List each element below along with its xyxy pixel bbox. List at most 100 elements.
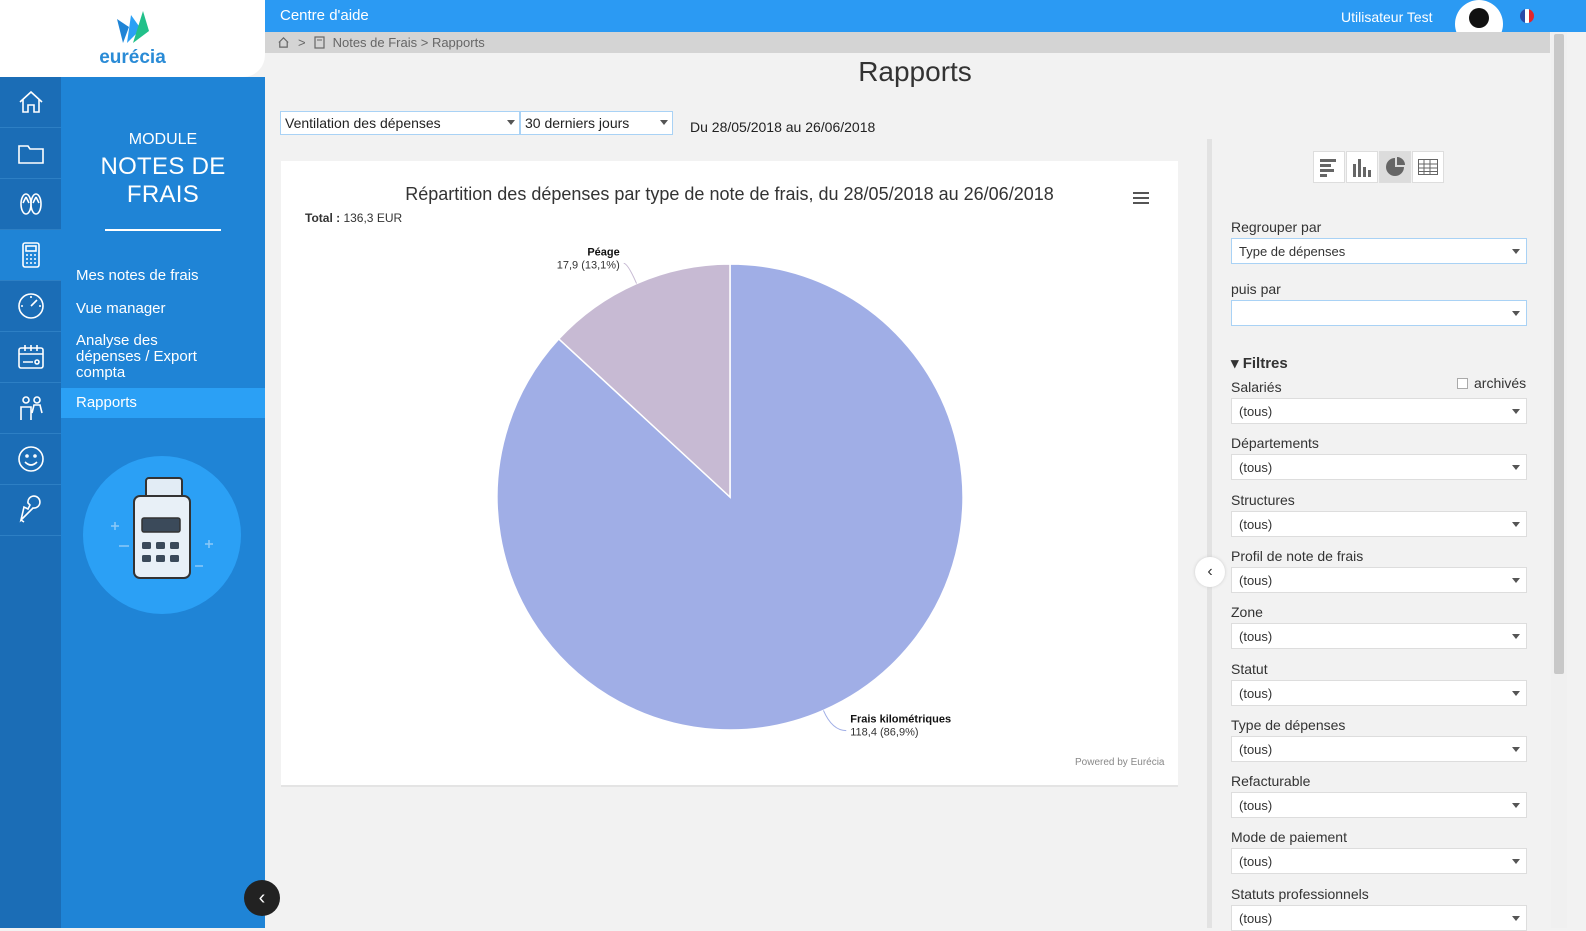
filter-select[interactable]: (tous) <box>1231 848 1527 875</box>
calculator-icon <box>313 36 325 49</box>
french-flag-icon[interactable] <box>1520 9 1534 23</box>
sidebar-item-rapports[interactable]: Rapports <box>61 388 265 418</box>
chart-credit: Powered by Eurécia <box>1075 757 1165 768</box>
module-label: MODULE <box>128 131 198 148</box>
data-label-value: 17,9 (13,1%) <box>557 259 620 271</box>
filter-select[interactable]: (tous) <box>1231 566 1527 593</box>
group-by-select[interactable]: Type de dépenses <box>1231 238 1527 264</box>
filter-value: (tous) <box>1239 741 1273 757</box>
chevron-down-icon <box>1512 915 1520 921</box>
filter-label: Type de dépenses <box>1231 716 1346 733</box>
data-label-name: Péage <box>587 246 619 258</box>
horizontal-bar-view-button[interactable] <box>1313 151 1345 183</box>
filter-select[interactable]: (tous) <box>1231 398 1527 424</box>
pie-chart-view-button[interactable] <box>1379 151 1411 183</box>
chevron-down-icon <box>1512 634 1520 640</box>
logo-text: eurécia <box>99 46 166 68</box>
sidebar-item-mes-notes[interactable]: Mes notes de frais <box>61 261 265 291</box>
module-name: NOTES DE FRAIS <box>100 153 226 208</box>
sidebar-item-analyse[interactable]: Analyse des dépenses / Export compta <box>61 326 241 388</box>
filter-select[interactable]: (tous) <box>1231 679 1527 706</box>
module-sidebar: MODULE NOTES DE FRAIS Mes notes de frais… <box>61 77 265 928</box>
report-type-select[interactable]: Ventilation des dépenses <box>280 111 520 135</box>
wrench-icon[interactable] <box>0 485 61 536</box>
then-by-label: puis par <box>1231 281 1281 297</box>
view-toggle-group <box>1313 151 1444 183</box>
folder-icon[interactable] <box>0 128 61 179</box>
calculator-icon[interactable] <box>0 230 61 281</box>
module-divider <box>105 229 221 231</box>
pie-chart: Frais kilométriques118,4 (86,9%) Péage17,… <box>496 246 964 739</box>
filter-label: Statut <box>1231 660 1268 677</box>
sidebar-item-vue-manager[interactable]: Vue manager <box>61 294 265 324</box>
chevron-down-icon <box>1512 577 1520 583</box>
then-by-select[interactable] <box>1231 300 1527 326</box>
home-icon[interactable] <box>0 77 61 128</box>
chevron-down-icon <box>1512 690 1520 696</box>
chevron-down-icon <box>1512 746 1520 752</box>
filter-value: (tous) <box>1239 854 1273 870</box>
chevron-down-icon <box>507 120 515 125</box>
filters-toggle[interactable]: ▾ Filtres <box>1231 354 1288 372</box>
data-label-connector <box>822 710 847 732</box>
table-view-button[interactable] <box>1412 151 1444 183</box>
gauge-icon[interactable] <box>0 281 61 332</box>
filter-value: (tous) <box>1239 629 1273 645</box>
calendar-icon[interactable] <box>0 332 61 383</box>
filter-select[interactable]: (tous) <box>1231 510 1527 537</box>
chevron-down-icon <box>1512 803 1520 809</box>
group-by-label: Regrouper par <box>1231 219 1322 235</box>
chevron-down-icon <box>1512 249 1520 254</box>
pie-chart-icon <box>1386 157 1405 176</box>
date-range: Du 28/05/2018 au 26/06/2018 <box>690 119 876 135</box>
filter-select[interactable]: (tous) <box>1231 623 1527 650</box>
filter-select[interactable]: (tous) <box>1231 735 1527 762</box>
page-title: Rapports <box>858 56 972 87</box>
flip-flops-icon[interactable] <box>0 179 61 230</box>
filter-value: (tous) <box>1239 516 1273 532</box>
filter-select[interactable]: (tous) <box>1231 904 1527 931</box>
group-by-value: Type de dépenses <box>1239 244 1346 259</box>
home-icon[interactable] <box>277 36 290 49</box>
breadcrumb-path[interactable]: Notes de Frais > Rapports <box>333 35 485 50</box>
filter-value: (tous) <box>1239 404 1273 419</box>
chevron-down-icon <box>1512 859 1520 865</box>
filter-label: Mode de paiement <box>1231 829 1347 846</box>
module-icon-bar <box>0 77 61 928</box>
breadcrumb-separator: > <box>298 35 306 50</box>
eurecia-logo-icon <box>116 10 149 43</box>
data-label-value: 118,4 (86,9%) <box>850 727 918 739</box>
breadcrumb: > Notes de Frais > Rapports <box>265 32 1550 53</box>
top-bar: Centre d'aide Utilisateur Test <box>265 0 1586 48</box>
filter-label: Salariés <box>1231 379 1282 395</box>
calculator-illustration <box>83 456 241 614</box>
column-chart-view-button[interactable] <box>1346 151 1378 183</box>
filter-label: Départements <box>1231 435 1319 452</box>
chevron-down-icon <box>1512 409 1520 414</box>
filter-select[interactable]: (tous) <box>1231 454 1527 481</box>
logo[interactable]: eurécia <box>0 0 265 77</box>
data-label-name: Frais kilométriques <box>850 714 951 726</box>
page-scrollbar[interactable] <box>1551 32 1567 928</box>
filters-title: Filtres <box>1242 355 1288 372</box>
panel-collapse-button[interactable]: ‹ <box>1195 557 1225 587</box>
sidebar-collapse-button[interactable]: ‹ <box>244 880 280 916</box>
filter-value: (tous) <box>1239 798 1273 814</box>
filter-select[interactable]: (tous) <box>1231 792 1527 819</box>
filter-value: (tous) <box>1239 910 1273 926</box>
chart-card: Répartition des dépenses par type de not… <box>281 161 1178 787</box>
filter-label: Profil de note de frais <box>1231 547 1364 564</box>
filter-value: (tous) <box>1239 460 1273 476</box>
chevron-down-icon <box>660 120 668 125</box>
smiley-icon[interactable] <box>0 434 61 485</box>
chevron-down-icon <box>1512 465 1520 471</box>
archived-checkbox[interactable]: archivés <box>1457 375 1526 391</box>
filter-label: Refacturable <box>1231 773 1311 790</box>
period-value: 30 derniers jours <box>525 115 630 131</box>
help-center-link[interactable]: Centre d'aide <box>280 7 369 24</box>
people-icon[interactable] <box>0 383 61 434</box>
period-select[interactable]: 30 derniers jours <box>520 111 673 135</box>
scrollbar-thumb[interactable] <box>1554 34 1564 674</box>
user-name[interactable]: Utilisateur Test <box>1341 9 1433 25</box>
filter-label: Statuts professionnels <box>1231 885 1369 902</box>
